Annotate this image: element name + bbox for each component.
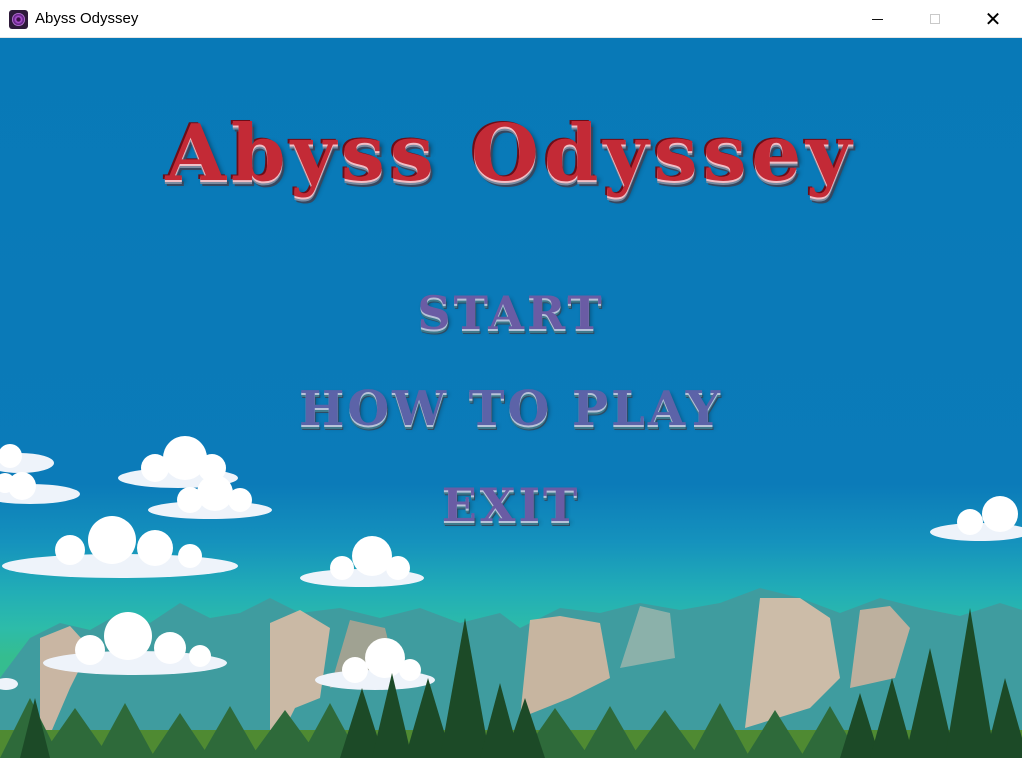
cloud: [0, 444, 54, 473]
maximize-icon: [930, 14, 940, 24]
app-orb-icon: [9, 10, 28, 29]
game-title-logo: Abyss Odyssey: [165, 108, 857, 199]
start-menu-button[interactable]: START: [0, 286, 1022, 340]
maximize-button[interactable]: [906, 0, 964, 38]
minimize-button[interactable]: [848, 0, 906, 38]
close-button[interactable]: ✕: [964, 0, 1022, 38]
close-icon: ✕: [984, 7, 1002, 31]
game-canvas: Abyss Odyssey START HOW TO PLAY EXIT: [0, 38, 1022, 758]
minimize-icon: [871, 18, 883, 20]
how-to-play-menu-button[interactable]: HOW TO PLAY: [0, 381, 1022, 437]
window-title: Abyss Odyssey: [35, 10, 139, 27]
cloud: [300, 536, 424, 587]
window-titlebar: Abyss Odyssey ✕: [0, 0, 1022, 38]
exit-menu-button[interactable]: EXIT: [0, 478, 1022, 532]
